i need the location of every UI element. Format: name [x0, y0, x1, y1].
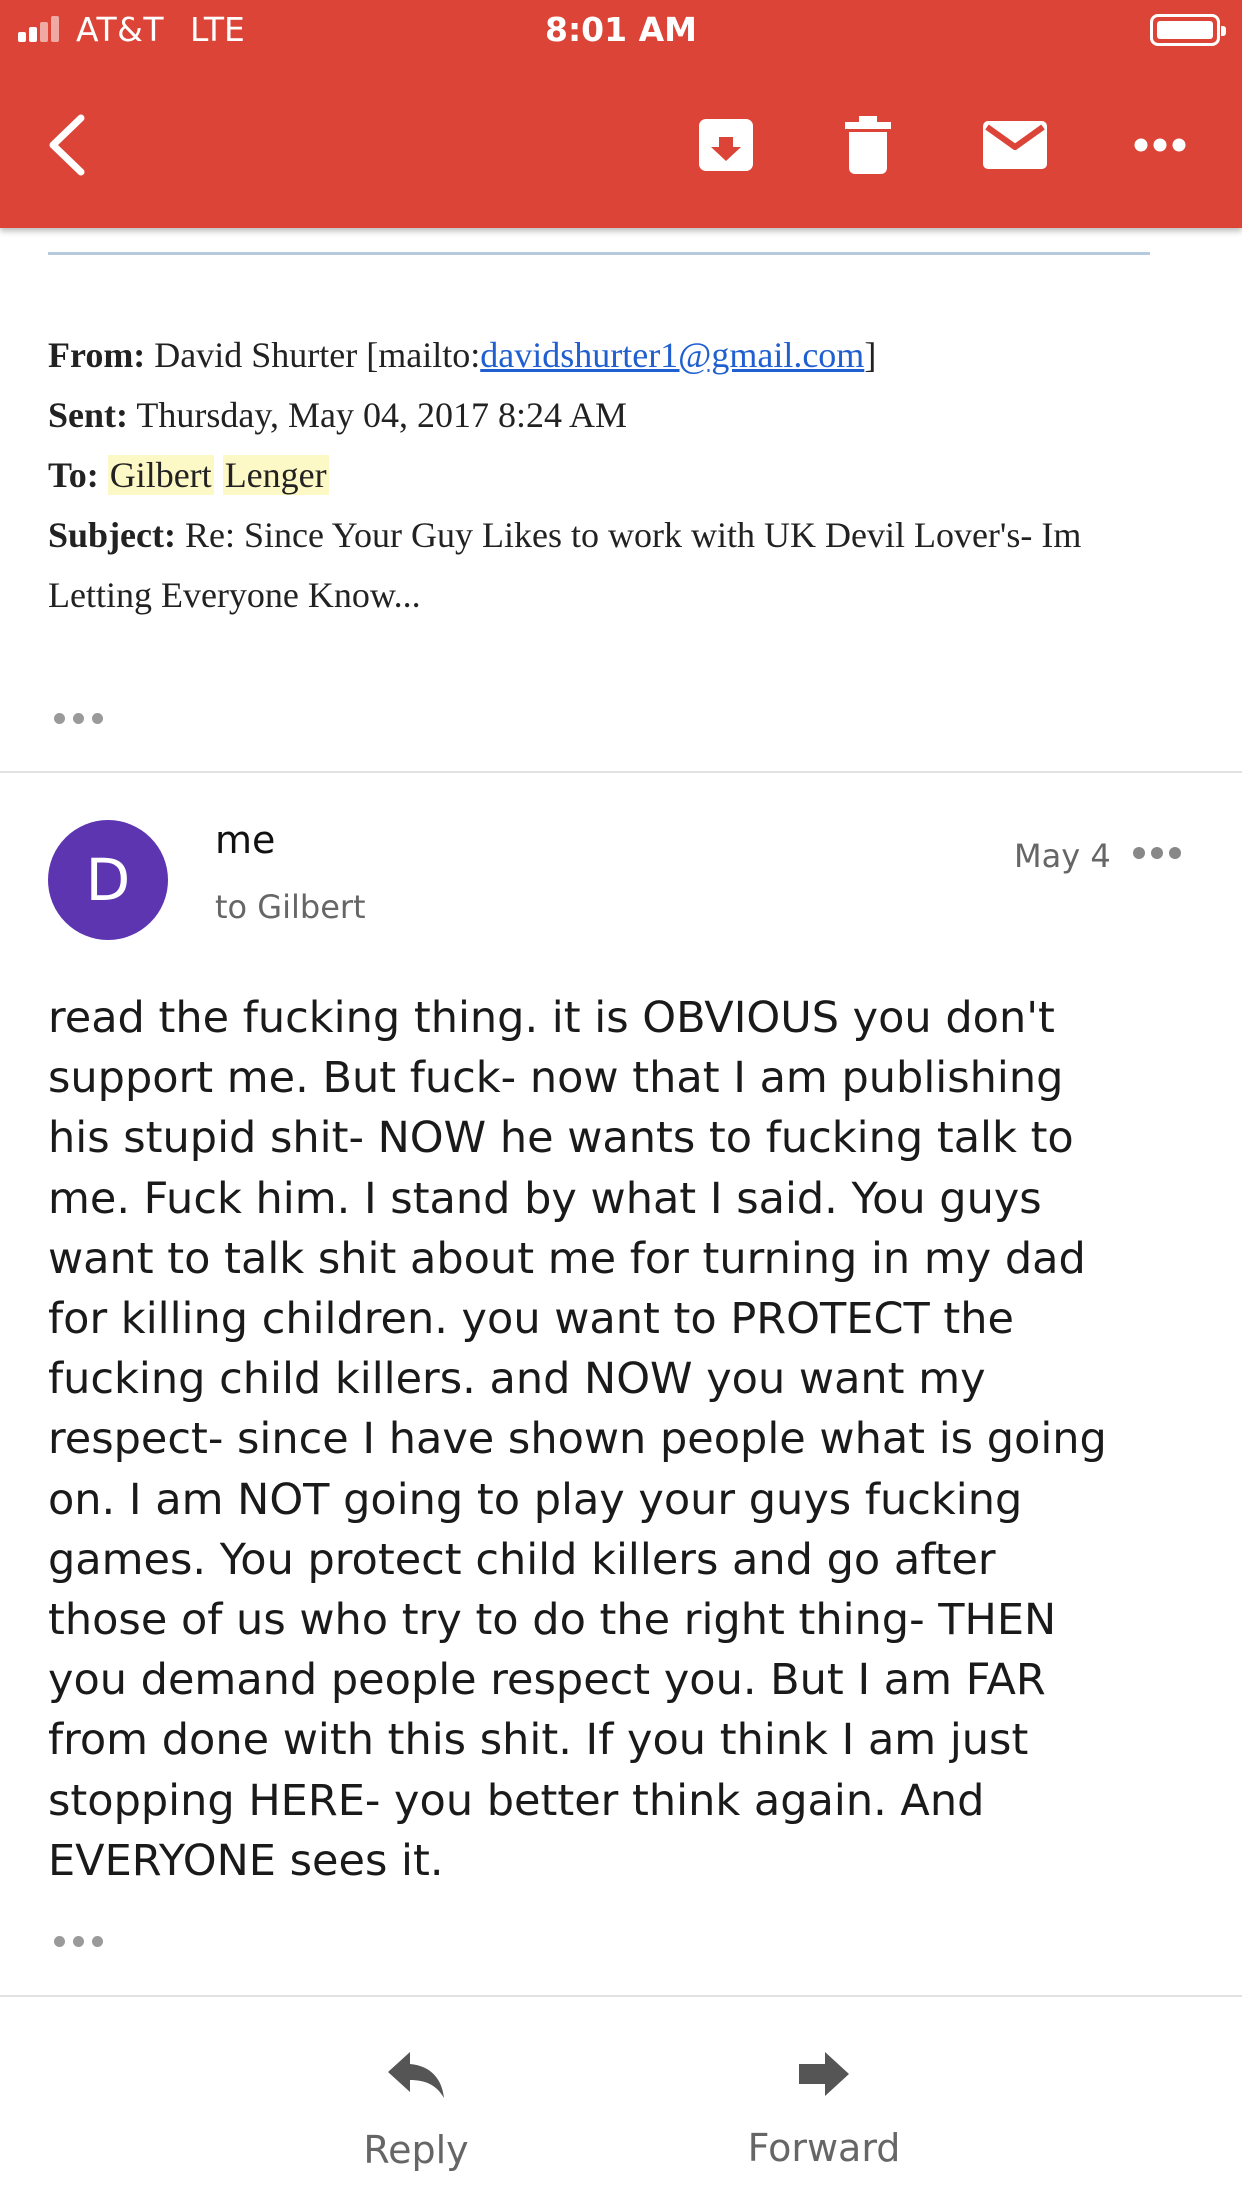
to-last-name: Lenger	[222, 455, 329, 495]
more-options-button[interactable]	[1120, 105, 1200, 185]
show-trimmed-content-button-2[interactable]	[54, 1936, 103, 1947]
to-first-name: Gilbert	[107, 455, 214, 495]
quoted-sent-line: Sent: Thursday, May 04, 2017 8:24 AM	[48, 385, 1178, 445]
mail-icon	[983, 121, 1047, 169]
show-trimmed-content-button[interactable]	[54, 713, 103, 724]
archive-icon	[699, 119, 753, 171]
app-bar: AT&T LTE 8:01 AM	[0, 0, 1242, 228]
to-label: To:	[48, 455, 99, 495]
actions-divider	[0, 1995, 1242, 1997]
avatar[interactable]: D	[48, 820, 168, 940]
message-date: May 4	[1014, 837, 1111, 875]
quoted-subject-line: Subject: Re: Since Your Guy Likes to wor…	[48, 505, 1178, 625]
status-time: 8:01 AM	[545, 10, 697, 49]
reply-label: Reply	[363, 2128, 469, 2172]
trash-icon	[845, 116, 891, 174]
forward-icon	[799, 2052, 849, 2096]
subject-value: Re: Since Your Guy Likes to work with UK…	[48, 515, 1082, 615]
mark-unread-button[interactable]	[975, 105, 1055, 185]
more-horizontal-icon	[1134, 138, 1186, 152]
sent-label: Sent:	[48, 395, 128, 435]
quote-divider	[48, 252, 1150, 255]
forward-button[interactable]: Forward	[734, 2040, 914, 2208]
reply-button[interactable]: Reply	[326, 2040, 506, 2208]
back-button[interactable]	[32, 105, 102, 185]
recipient-summary[interactable]: to Gilbert	[215, 888, 366, 926]
from-email-link[interactable]: davidshurter1@gmail.com	[480, 335, 864, 375]
ellipsis-icon	[54, 1936, 65, 1947]
quoted-from-line: From: David Shurter [mailto:davidshurter…	[48, 325, 1178, 385]
battery-icon	[1150, 14, 1226, 46]
subject-label: Subject:	[48, 515, 176, 555]
status-bar: AT&T LTE 8:01 AM	[0, 0, 1242, 60]
ellipsis-icon	[54, 713, 65, 724]
more-horizontal-icon	[1133, 847, 1181, 859]
from-name: David Shurter [mailto:	[154, 335, 481, 375]
forward-label: Forward	[747, 2126, 901, 2170]
quoted-header: From: David Shurter [mailto:davidshurter…	[48, 325, 1178, 625]
delete-button[interactable]	[832, 105, 904, 185]
sender-name: me	[215, 818, 276, 862]
from-close: ]	[864, 335, 877, 375]
quoted-to-line: To: Gilbert Lenger	[48, 445, 1178, 505]
message-divider	[0, 771, 1242, 773]
message-more-button[interactable]	[1132, 846, 1182, 865]
archive-button[interactable]	[690, 105, 762, 185]
reply-icon	[388, 2052, 444, 2098]
message-body: read the fucking thing. it is OBVIOUS yo…	[48, 993, 1107, 1886]
from-label: From:	[48, 335, 146, 375]
sent-value: Thursday, May 04, 2017 8:24 AM	[136, 395, 627, 435]
chevron-left-icon	[49, 114, 85, 176]
